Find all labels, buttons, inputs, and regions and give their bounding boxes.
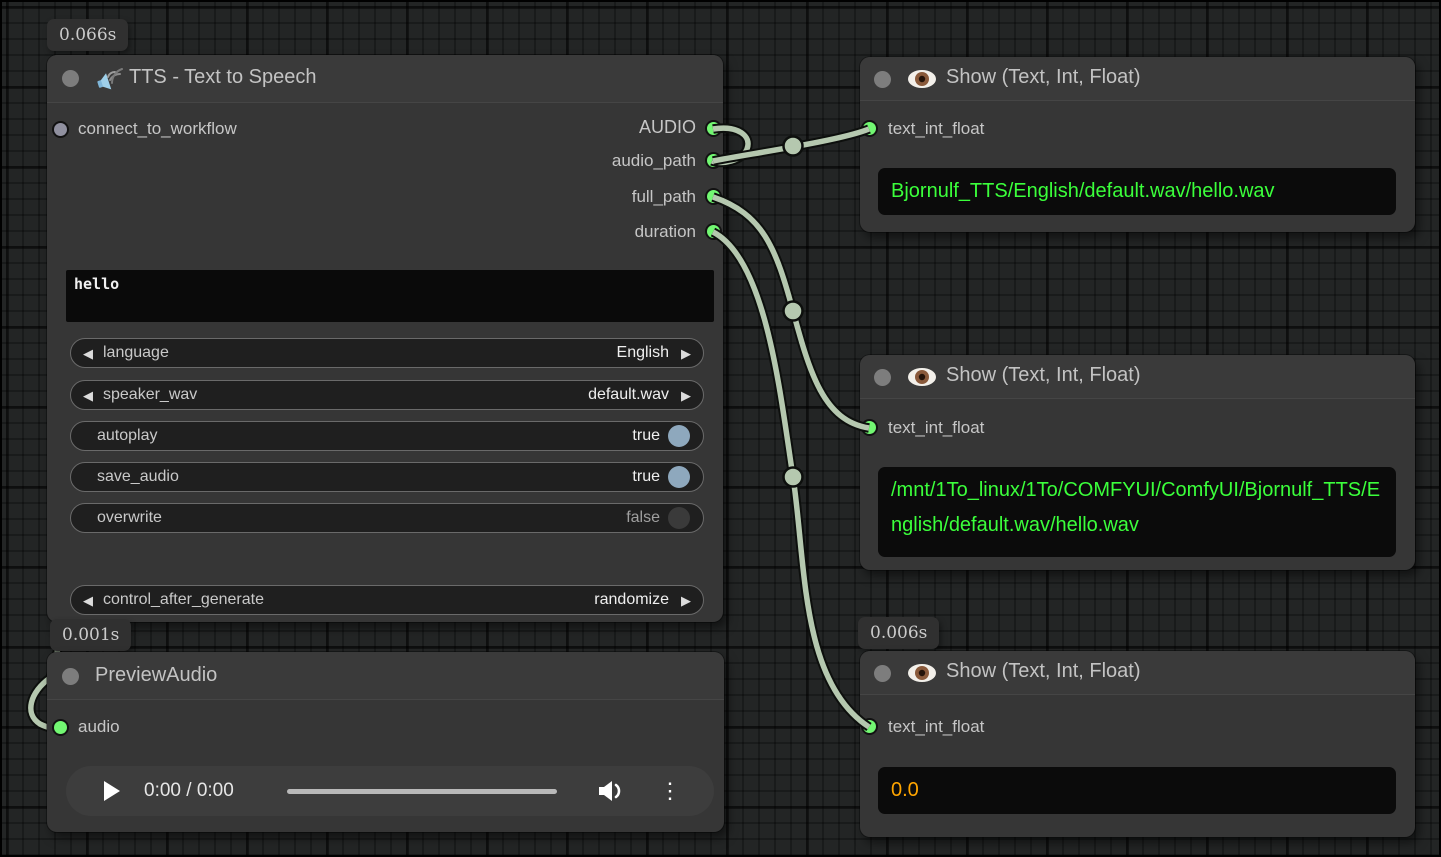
- collapse-dot[interactable]: [874, 369, 891, 386]
- node-header-show3[interactable]: Show (Text, Int, Float): [860, 651, 1415, 695]
- eye-icon: [907, 68, 937, 90]
- audio-player[interactable]: 0:00 / 0:00 ⋮: [66, 766, 714, 816]
- input-label: text_int_float: [888, 717, 984, 737]
- execution-time-badge-show3: 0.006s: [858, 617, 939, 649]
- collapse-dot[interactable]: [874, 71, 891, 88]
- node-show-full-path[interactable]: Show (Text, Int, Float) text_int_float /…: [860, 355, 1415, 570]
- player-time: 0:00 / 0:00: [144, 766, 234, 816]
- speaker-waves-icon: [95, 65, 123, 93]
- widget-overwrite-toggle[interactable]: overwrite false: [70, 503, 704, 533]
- widget-value: true: [632, 427, 660, 445]
- play-icon[interactable]: [103, 781, 120, 801]
- toggle-knob[interactable]: [668, 425, 690, 447]
- input-port-text-int-float[interactable]: [863, 122, 876, 135]
- node-header-preview-audio[interactable]: PreviewAudio: [47, 652, 724, 700]
- execution-time-text: 0.066s: [59, 25, 116, 45]
- node-header-show2[interactable]: Show (Text, Int, Float): [860, 355, 1415, 399]
- widget-value: English: [617, 344, 669, 362]
- execution-time-text: 0.001s: [62, 625, 119, 645]
- node-show-audio-path[interactable]: Show (Text, Int, Float) text_int_float B…: [860, 57, 1415, 232]
- combo-right-arrow-icon[interactable]: ▶: [681, 594, 691, 607]
- collapse-dot[interactable]: [874, 665, 891, 682]
- value-display-duration: 0.0: [878, 767, 1396, 814]
- output-port-duration[interactable]: [707, 225, 720, 238]
- output-label-duration: duration: [635, 222, 696, 242]
- value-display-audio-path: Bjornulf_TTS/English/default.wav/hello.w…: [878, 168, 1396, 215]
- widget-language[interactable]: ◀ language English ▶: [70, 338, 704, 368]
- input-port-audio[interactable]: [54, 721, 67, 734]
- widget-label: save_audio: [97, 468, 179, 486]
- toggle-knob[interactable]: [668, 466, 690, 488]
- volume-icon[interactable]: [598, 779, 626, 803]
- node-title: Show (Text, Int, Float): [946, 660, 1141, 683]
- execution-time-badge-preview: 0.001s: [50, 619, 131, 651]
- execution-time-text: 0.006s: [870, 623, 927, 643]
- widget-control-after-generate[interactable]: ◀ control_after_generate randomize ▶: [70, 585, 704, 615]
- input-port-text-int-float[interactable]: [863, 720, 876, 733]
- node-title: TTS - Text to Speech: [129, 66, 317, 89]
- player-menu-kebab-icon[interactable]: ⋮: [659, 766, 677, 816]
- node-title: PreviewAudio: [95, 664, 217, 687]
- output-port-audio-path[interactable]: [707, 154, 720, 167]
- input-label: audio: [78, 717, 120, 737]
- node-title: Show (Text, Int, Float): [946, 66, 1141, 89]
- node-header-show1[interactable]: Show (Text, Int, Float): [860, 57, 1415, 101]
- widget-label: control_after_generate: [103, 591, 264, 609]
- output-label-full-path: full_path: [632, 187, 696, 207]
- toggle-knob[interactable]: [668, 507, 690, 529]
- widget-autoplay-toggle[interactable]: autoplay true: [70, 421, 704, 451]
- input-label: text_int_float: [888, 418, 984, 438]
- output-port-full-path[interactable]: [707, 190, 720, 203]
- output-label-audio: AUDIO: [639, 117, 696, 138]
- player-seek-bar[interactable]: [287, 789, 557, 794]
- collapse-dot[interactable]: [62, 70, 79, 87]
- input-label: text_int_float: [888, 119, 984, 139]
- node-show-duration[interactable]: Show (Text, Int, Float) text_int_float 0…: [860, 651, 1415, 837]
- input-port-connect-to-workflow[interactable]: [54, 123, 67, 136]
- execution-time-badge-tts: 0.066s: [47, 19, 128, 51]
- widget-value: default.wav: [588, 386, 669, 404]
- combo-right-arrow-icon[interactable]: ▶: [681, 347, 691, 360]
- widget-label: autoplay: [97, 427, 158, 445]
- input-port-text-int-float[interactable]: [863, 421, 876, 434]
- combo-left-arrow-icon[interactable]: ◀: [83, 594, 93, 607]
- widget-save-audio-toggle[interactable]: save_audio true: [70, 462, 704, 492]
- widget-label: speaker_wav: [103, 386, 197, 404]
- value-display-full-path: /mnt/1To_linux/1To/COMFYUI/ComfyUI/Bjorn…: [878, 467, 1396, 557]
- widget-label: language: [103, 344, 169, 362]
- collapse-dot[interactable]: [62, 668, 79, 685]
- output-port-audio[interactable]: [707, 122, 720, 135]
- eye-icon: [907, 366, 937, 388]
- combo-left-arrow-icon[interactable]: ◀: [83, 389, 93, 402]
- output-label-audio-path: audio_path: [612, 151, 696, 171]
- combo-left-arrow-icon[interactable]: ◀: [83, 347, 93, 360]
- widget-speaker-wav[interactable]: ◀ speaker_wav default.wav ▶: [70, 380, 704, 410]
- widget-label: overwrite: [97, 509, 162, 527]
- node-title: Show (Text, Int, Float): [946, 364, 1141, 387]
- text-prompt-input[interactable]: hello: [66, 270, 714, 322]
- node-preview-audio[interactable]: PreviewAudio audio 0:00 / 0:00 ⋮: [47, 652, 724, 832]
- eye-icon: [907, 662, 937, 684]
- widget-value: true: [632, 468, 660, 486]
- widget-value: false: [626, 509, 660, 527]
- node-tts-text-to-speech[interactable]: TTS - Text to Speech connect_to_workflow…: [47, 55, 723, 622]
- input-label: connect_to_workflow: [78, 119, 237, 139]
- combo-right-arrow-icon[interactable]: ▶: [681, 389, 691, 402]
- node-graph-canvas[interactable]: 0.066s TTS - Text to Speech connect_to_w…: [0, 0, 1441, 857]
- widget-value: randomize: [594, 591, 669, 609]
- node-header-tts[interactable]: TTS - Text to Speech: [47, 55, 723, 103]
